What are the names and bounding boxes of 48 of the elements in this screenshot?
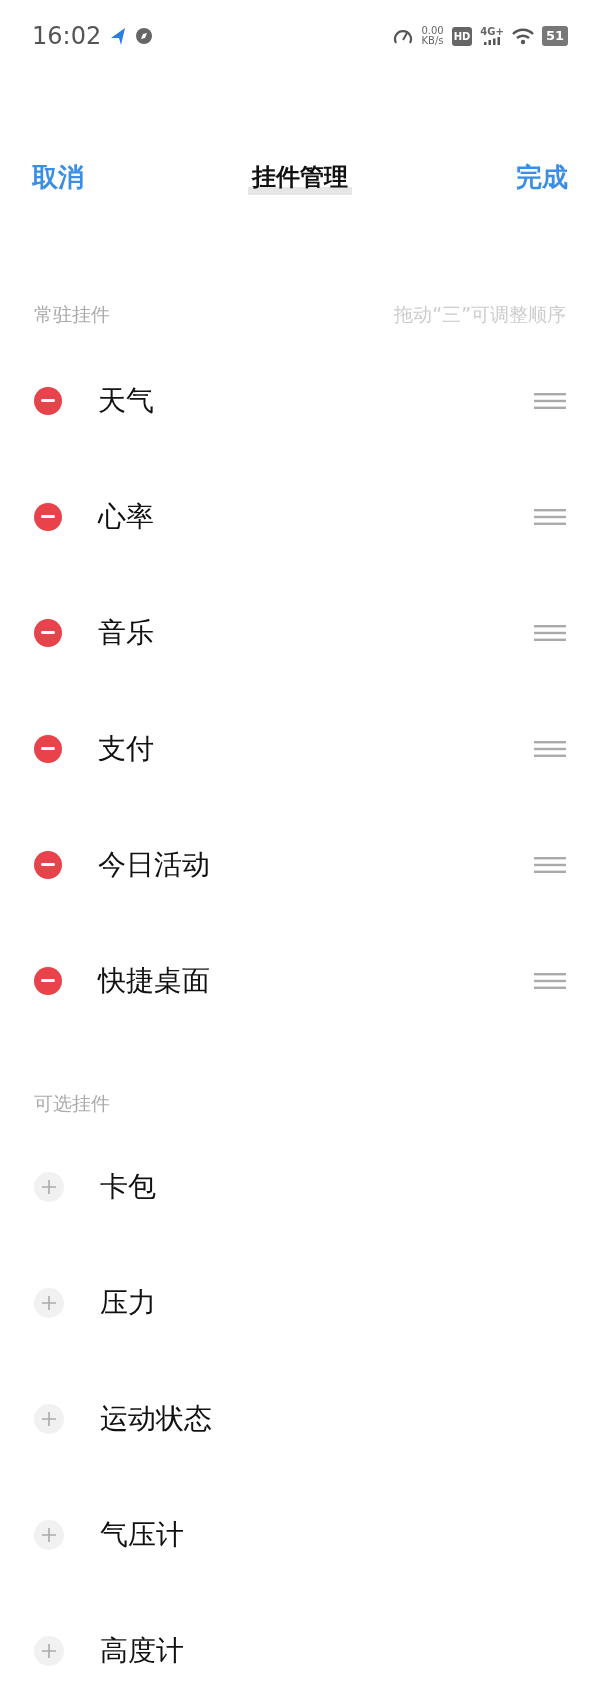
widget-name: 卡包 bbox=[100, 1169, 156, 1205]
cancel-button[interactable]: 取消 bbox=[32, 157, 84, 197]
plus-icon bbox=[41, 1643, 57, 1659]
remove-button[interactable] bbox=[34, 966, 62, 995]
remove-button[interactable] bbox=[34, 850, 62, 879]
widget-name: 高度计 bbox=[100, 1633, 184, 1669]
drag-handle-icon[interactable] bbox=[534, 392, 566, 409]
compass-app-icon bbox=[135, 27, 154, 45]
drag-handle-icon[interactable] bbox=[534, 508, 566, 525]
plus-icon bbox=[41, 1295, 57, 1311]
widget-name: 气压计 bbox=[100, 1517, 184, 1553]
widget-name: 天气 bbox=[98, 382, 154, 419]
section-label: 可选挂件 bbox=[34, 1090, 110, 1116]
add-button[interactable] bbox=[34, 1636, 64, 1666]
remove-button[interactable] bbox=[34, 386, 62, 415]
widget-name: 压力 bbox=[100, 1285, 156, 1321]
section-label: 常驻挂件 bbox=[34, 302, 110, 327]
drag-handle-icon[interactable] bbox=[534, 624, 566, 641]
signal-icon bbox=[484, 37, 501, 45]
plus-icon bbox=[41, 1411, 57, 1427]
drag-handle-icon[interactable] bbox=[534, 972, 566, 989]
drag-handle-icon[interactable] bbox=[534, 856, 566, 873]
remove-button[interactable] bbox=[34, 618, 62, 647]
wifi-icon bbox=[511, 27, 534, 45]
speed-unit: KB/s bbox=[421, 36, 444, 46]
plus-icon bbox=[41, 1179, 57, 1195]
done-button[interactable]: 完成 bbox=[516, 157, 568, 197]
add-button[interactable] bbox=[34, 1404, 64, 1434]
widget-name: 运动状态 bbox=[100, 1401, 212, 1437]
speedometer-icon bbox=[393, 27, 414, 45]
plus-icon bbox=[41, 1527, 57, 1543]
add-button[interactable] bbox=[34, 1288, 64, 1318]
status-time: 16:02 bbox=[32, 21, 102, 52]
widget-name: 支付 bbox=[98, 730, 154, 767]
battery-level: 51 bbox=[541, 26, 568, 46]
network-type: 4G+ bbox=[480, 27, 504, 37]
drag-handle-icon[interactable] bbox=[534, 740, 566, 757]
widget-name: 快捷桌面 bbox=[98, 962, 210, 999]
widget-name: 心率 bbox=[98, 498, 154, 535]
remove-button[interactable] bbox=[34, 734, 62, 763]
add-button[interactable] bbox=[34, 1520, 64, 1550]
add-button[interactable] bbox=[34, 1172, 64, 1202]
widget-name: 音乐 bbox=[98, 614, 154, 651]
widget-name: 今日活动 bbox=[98, 846, 210, 883]
speed-value: 0.00 bbox=[421, 26, 444, 36]
remove-button[interactable] bbox=[34, 502, 62, 531]
arrow-app-icon bbox=[109, 26, 128, 46]
hd-badge: HD bbox=[451, 26, 473, 46]
